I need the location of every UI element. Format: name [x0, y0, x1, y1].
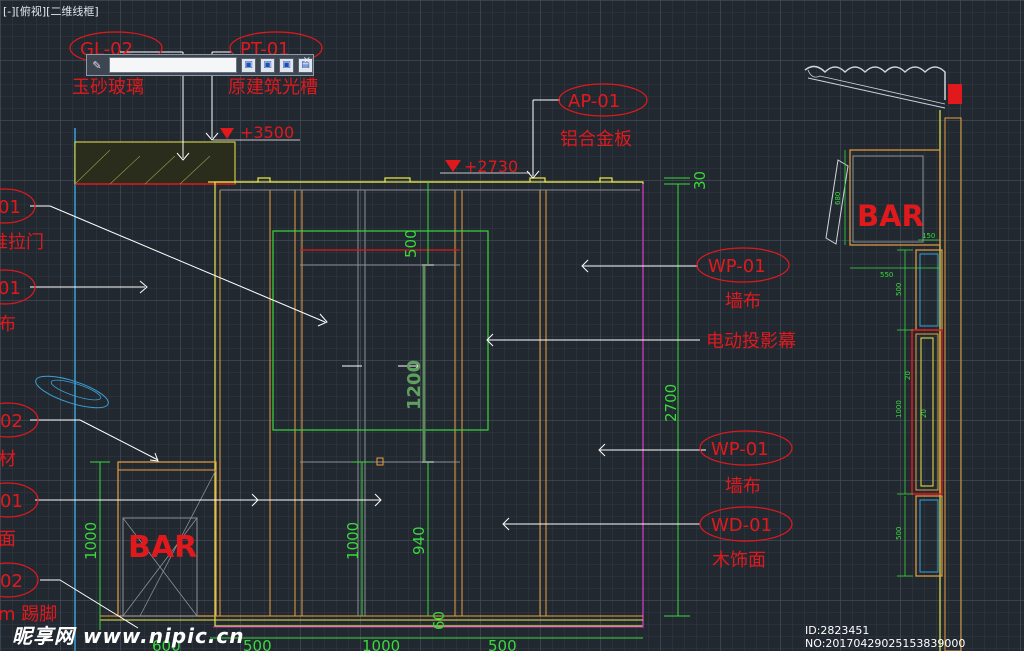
side-dim-20-b: 20: [920, 409, 928, 418]
watermark-site: 昵享网 www.nipic.cn: [12, 624, 245, 648]
side-section: [804, 65, 962, 651]
tag-wp01-a: WP-01: [708, 256, 766, 277]
tag-left-2: 01: [0, 278, 21, 299]
side-dim-1000: 1000: [895, 400, 903, 418]
note-pt01: 原建筑光槽: [228, 77, 318, 98]
tag-left-3: 02: [0, 411, 23, 432]
dim-60: 60: [430, 611, 448, 630]
tag-left-4: 01: [0, 491, 23, 512]
note-wp01-a: 墙布: [725, 291, 761, 312]
dim-bottom-500-a: 500: [243, 637, 272, 651]
note-gl02: 玉砂玻璃: [72, 77, 144, 98]
level-top: +3500: [240, 123, 294, 142]
note-wp01-b: 墙布: [725, 476, 761, 497]
tag-left-1: 01: [0, 197, 21, 218]
dim-1200: 1200: [404, 360, 425, 410]
note-wd01: 木饰面: [712, 550, 766, 571]
elevation-drawing: GL-02 PT-01 AP-01 WP-01 WP-01 WD-01 01 0…: [0, 31, 962, 651]
toolbar-close-icon[interactable]: ×: [303, 55, 311, 66]
toolbar-button-1-icon[interactable]: ▣: [241, 57, 256, 73]
watermark-id: ID:2823451 NO:20170429025153839000: [805, 624, 966, 650]
dim-940: 940: [410, 526, 428, 555]
tag-ellipses: [0, 31, 793, 598]
floating-toolbar[interactable]: ✎ ▣ ▣ ▣ ▤ ×: [86, 54, 314, 76]
dim-bottom-1000: 1000: [362, 637, 400, 651]
side-dim-20-a: 20: [904, 371, 912, 380]
dim-30: 30: [691, 171, 709, 190]
tag-left-5: 02: [0, 571, 23, 592]
note-projector: 电动投影幕: [706, 331, 796, 352]
side-dim-680: 680: [834, 192, 842, 205]
tag-wp01-b: WP-01: [711, 439, 769, 460]
toolbar-button-3-icon[interactable]: ▣: [279, 57, 294, 73]
side-dim-500-b: 500: [895, 527, 903, 540]
bar-sign-side: BAR: [857, 199, 924, 233]
projector-screen: [272, 182, 489, 466]
dim-2700: 2700: [662, 384, 680, 422]
toolbar-grip-icon[interactable]: ✎: [87, 55, 107, 75]
tag-wd01: WD-01: [711, 515, 772, 536]
dimension-lines: [90, 177, 690, 639]
note-left-1: 推拉门: [0, 232, 44, 253]
dim-1000-left: 1000: [82, 522, 100, 560]
level-ceiling: +2730: [464, 157, 518, 176]
dim-bottom-500-b: 500: [488, 637, 517, 651]
toolbar-button-2-icon[interactable]: ▣: [260, 57, 275, 73]
note-ap01: 铝合金板: [560, 129, 632, 150]
side-dim-500-a: 500: [895, 283, 903, 296]
tag-ap01: AP-01: [568, 91, 620, 112]
note-left-3: 材: [0, 449, 16, 470]
cad-drawing-canvas[interactable]: [-][俯视][二维线框] GL-02 PT-01 AP-01 WP-01 WP…: [0, 0, 1024, 651]
note-left-4: 面: [0, 529, 16, 550]
dim-500-top: 500: [402, 229, 420, 258]
side-dim-150: 150: [922, 232, 935, 240]
note-left-2: 布: [0, 314, 16, 335]
ceiling-glass-panel: [74, 141, 236, 185]
bar-sign-main: BAR: [128, 530, 197, 565]
dim-1000-mid: 1000: [344, 522, 362, 560]
command-input[interactable]: [109, 57, 237, 73]
side-dim-550: 550: [880, 271, 893, 279]
